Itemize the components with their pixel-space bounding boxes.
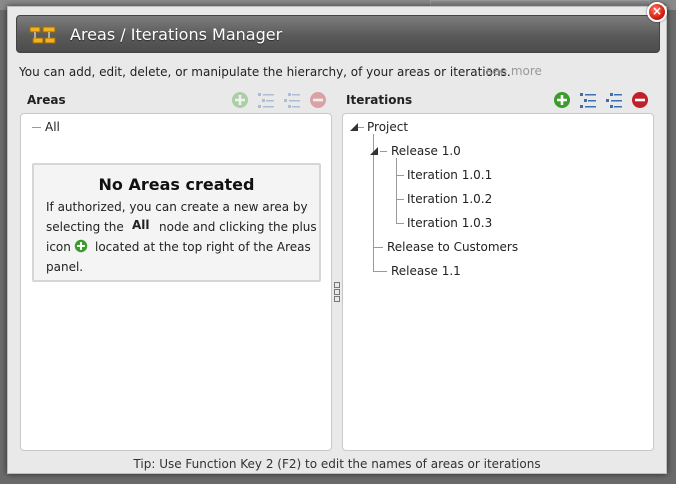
close-button[interactable]: ×: [647, 2, 667, 22]
intro-text: You can add, edit, delete, or manipulate…: [19, 65, 511, 79]
tree-connector: [32, 127, 41, 128]
iterations-panel: [342, 113, 654, 451]
hierarchy-icon: [29, 26, 56, 44]
no-areas-line-2-pre: selecting the: [46, 220, 124, 234]
tree-connector: [358, 127, 364, 128]
expand-collapse-icon[interactable]: [368, 145, 380, 157]
no-areas-line-2-node: All: [132, 218, 150, 232]
outdent-iteration-button[interactable]: [605, 91, 623, 109]
tree-connector: [396, 158, 397, 223]
tip-text: Tip: Use Function Key 2 (F2) to edit the…: [133, 457, 541, 471]
no-areas-line-3-pre: icon: [46, 240, 71, 254]
indent-area-button[interactable]: [257, 91, 275, 109]
areas-header: Areas: [27, 93, 66, 107]
dialog-titlebar: Areas / Iterations Manager: [16, 15, 660, 53]
indent-iteration-button[interactable]: [579, 91, 597, 109]
outdent-area-button[interactable]: [283, 91, 301, 109]
delete-area-button[interactable]: [309, 91, 327, 109]
no-areas-line-1: If authorized, you can create a new area…: [46, 200, 308, 214]
panel-splitter[interactable]: [333, 282, 341, 304]
tree-connector: [396, 223, 404, 224]
tree-connector: [380, 151, 387, 152]
tree-connector: [396, 199, 404, 200]
no-areas-title: No Areas created: [98, 175, 255, 194]
tree-connector: [373, 271, 387, 272]
no-areas-line-3-post: located at the top right of the Areas: [95, 240, 311, 254]
see-more-link[interactable]: see more: [486, 64, 542, 78]
add-iteration-button[interactable]: [553, 91, 571, 109]
delete-iteration-button[interactable]: [631, 91, 649, 109]
iteration-node-release-1-1[interactable]: Release 1.1: [391, 264, 461, 278]
no-areas-message: No Areas created If authorized, you can …: [32, 163, 321, 282]
dialog-title: Areas / Iterations Manager: [70, 25, 283, 44]
iteration-node-project[interactable]: Project: [367, 120, 408, 134]
iteration-node-release-1-0[interactable]: Release 1.0: [391, 144, 461, 158]
tree-connector: [396, 175, 404, 176]
no-areas-line-2-post: node and clicking the plus: [159, 220, 317, 234]
add-area-button[interactable]: [231, 91, 249, 109]
iteration-node-1-0-2[interactable]: Iteration 1.0.2: [407, 192, 492, 206]
plus-icon: [74, 239, 88, 253]
iteration-node-1-0-3[interactable]: Iteration 1.0.3: [407, 216, 492, 230]
areas-tree-node-all[interactable]: All: [45, 120, 60, 134]
tree-connector: [373, 247, 383, 248]
no-areas-line-4: panel.: [46, 260, 84, 274]
iteration-node-1-0-1[interactable]: Iteration 1.0.1: [407, 168, 492, 182]
iteration-node-release-to-customers[interactable]: Release to Customers: [387, 240, 518, 254]
iterations-header: Iterations: [346, 93, 413, 107]
